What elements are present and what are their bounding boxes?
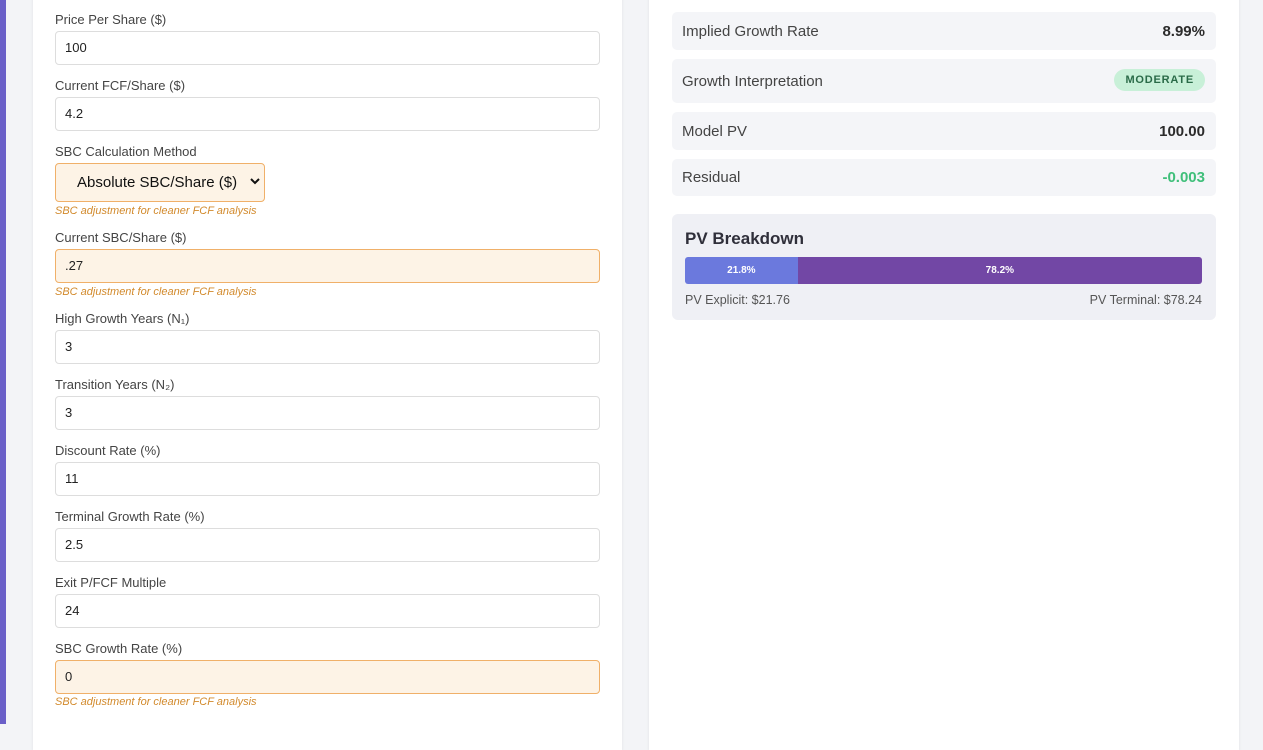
sbc-growth-input[interactable]: 0 [55,660,600,694]
pv-terminal-segment: 78.2% [797,257,1202,284]
current-sbc-label: Current SBC/Share ($) [55,230,187,245]
residual-value: -0.003 [1162,169,1205,186]
sbc-method-select[interactable]: Absolute SBC/Share ($) [55,163,265,202]
implied-growth-row: Implied Growth Rate 8.99% [672,12,1216,50]
price-per-share-label: Price Per Share ($) [55,12,167,27]
residual-label: Residual [682,169,741,186]
current-fcf-input[interactable]: 4.2 [55,97,600,131]
exit-multiple-input[interactable]: 24 [55,594,600,628]
discount-rate-label: Discount Rate (%) [55,443,161,458]
pv-terminal-label: PV Terminal: $78.24 [1089,293,1202,307]
current-fcf-label: Current FCF/Share ($) [55,78,186,93]
transition-years-input[interactable]: 3 [55,396,600,430]
pv-explicit-segment: 21.8% [685,257,798,284]
sbc-method-selected-value: Absolute SBC/Share ($) [77,174,238,191]
model-pv-row: Model PV 100.00 [672,112,1216,150]
sbc-method-label: SBC Calculation Method [55,144,197,159]
pv-breakdown-title: PV Breakdown [685,229,805,248]
status-badge: MODERATE [1114,69,1205,91]
sbc-method-note: SBC adjustment for cleaner FCF analysis [55,205,257,217]
pv-breakdown-card: PV Breakdown 21.8% 78.2% PV Explicit: $2… [672,214,1216,320]
pv-breakdown-bar: 21.8% 78.2% [685,257,1202,284]
sbc-growth-note: SBC adjustment for cleaner FCF analysis [55,696,257,708]
high-growth-years-input[interactable]: 3 [55,330,600,364]
price-per-share-input[interactable]: 100 [55,31,600,65]
chevron-down-icon [250,178,260,185]
implied-growth-label: Implied Growth Rate [682,23,819,40]
pv-explicit-label: PV Explicit: $21.76 [685,293,790,307]
implied-growth-value: 8.99% [1162,23,1205,40]
model-pv-label: Model PV [682,123,748,140]
left-accent-bar [0,0,6,724]
residual-row: Residual -0.003 [672,159,1216,196]
model-pv-value: 100.00 [1159,123,1205,140]
current-sbc-input[interactable]: .27 [55,249,600,283]
growth-interpretation-row: Growth Interpretation MODERATE [672,59,1216,103]
terminal-growth-input[interactable]: 2.5 [55,528,600,562]
high-growth-years-label: High Growth Years (N₁) [55,311,190,326]
current-sbc-note: SBC adjustment for cleaner FCF analysis [55,286,257,298]
transition-years-label: Transition Years (N₂) [55,377,175,392]
terminal-growth-label: Terminal Growth Rate (%) [55,509,205,524]
discount-rate-input[interactable]: 11 [55,462,600,496]
exit-multiple-label: Exit P/FCF Multiple [55,575,167,590]
growth-interpretation-label: Growth Interpretation [682,73,823,90]
sbc-growth-label: SBC Growth Rate (%) [55,641,183,656]
